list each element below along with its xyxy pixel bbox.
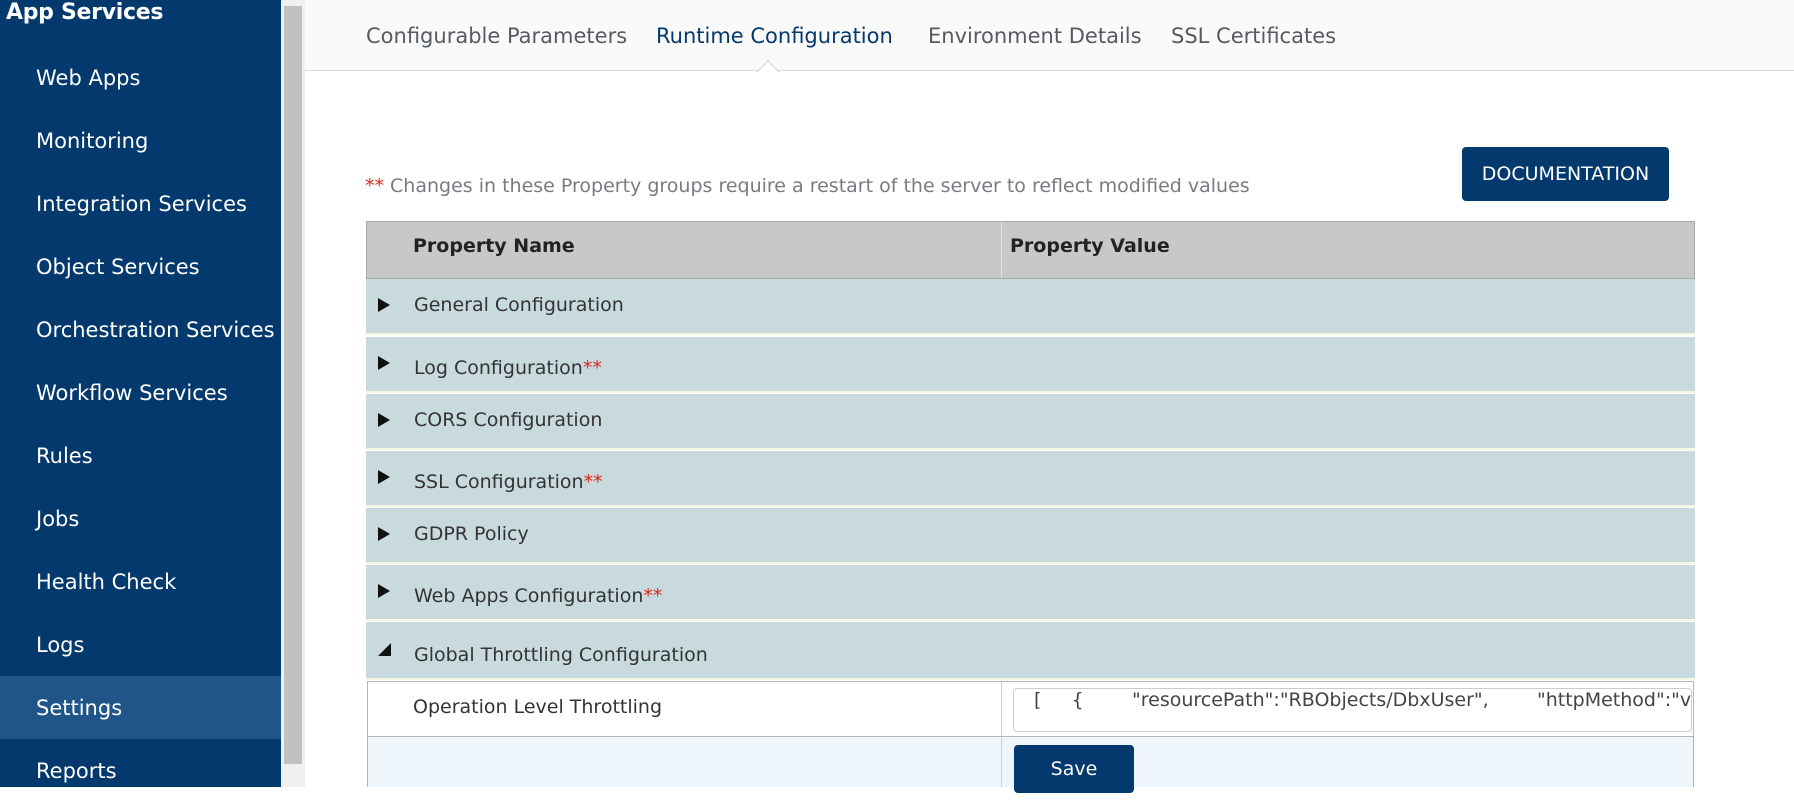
sidebar-scrollbar-thumb[interactable] [284,6,302,764]
group-label: General Configuration [414,294,624,316]
header-property-value: Property Value [1010,235,1170,257]
group-label: Log Configuration** [414,357,602,379]
sidebar-item-settings[interactable]: Settings [0,676,281,739]
group-label: Global Throttling Configuration [414,644,708,666]
group-row-ssl-configuration[interactable]: SSL Configuration** [366,451,1695,507]
sidebar-item-integration-services[interactable]: Integration Services [0,172,281,235]
sidebar: App Services Web Apps Monitoring Integra… [0,0,281,787]
group-row-cors-configuration[interactable]: CORS Configuration [366,394,1695,450]
collapse-arrow-icon[interactable] [378,643,391,656]
required-stars: ** [583,471,603,493]
sidebar-title: App Services [6,0,164,25]
group-row-log-configuration[interactable]: Log Configuration** [366,337,1695,393]
group-row-web-apps-configuration[interactable]: Web Apps Configuration** [366,565,1695,621]
group-label-text: SSL Configuration [414,471,584,493]
group-label: SSL Configuration** [414,471,603,493]
active-tab-indicator-inner [758,62,778,72]
expand-arrow-icon[interactable] [378,413,390,427]
group-label: CORS Configuration [414,409,602,431]
sidebar-item-reports[interactable]: Reports [0,739,281,802]
header-property-name: Property Name [413,235,575,257]
group-label-text: Global Throttling Configuration [414,644,708,666]
sidebar-item-web-apps[interactable]: Web Apps [0,46,281,109]
group-label-text: CORS Configuration [414,409,603,431]
group-label: GDPR Policy [414,523,529,545]
required-stars: ** [365,175,384,197]
group-label-text: General Configuration [414,294,624,316]
expand-arrow-icon[interactable] [378,298,390,312]
property-value-input[interactable]: [ { "resourcePath":"RBObjects/DbxUser", … [1013,688,1692,732]
property-name: Operation Level Throttling [413,696,663,718]
header-divider [1001,222,1002,278]
sidebar-item-workflow-services[interactable]: Workflow Services [0,361,281,424]
tab-ssl-certificates[interactable]: SSL Certificates [1171,24,1336,48]
expand-arrow-icon[interactable] [378,470,390,484]
sidebar-item-object-services[interactable]: Object Services [0,235,281,298]
group-label-text: Web Apps Configuration [414,585,644,607]
property-divider [1001,682,1002,736]
documentation-button[interactable]: DOCUMENTATION [1462,147,1669,201]
save-row-divider [1001,737,1002,787]
group-row-gdpr-policy[interactable]: GDPR Policy [366,508,1695,564]
sidebar-item-logs[interactable]: Logs [0,613,281,676]
tab-environment-details[interactable]: Environment Details [928,24,1142,48]
required-stars: ** [643,585,663,607]
tab-runtime-configuration[interactable]: Runtime Configuration [656,24,893,48]
tab-configurable-parameters[interactable]: Configurable Parameters [366,24,627,48]
group-label-text: Log Configuration [414,357,583,379]
restart-notice-text: Changes in these Property groups require… [384,175,1250,197]
tab-bar: Configurable Parameters Runtime Configur… [305,0,1794,71]
group-label: Web Apps Configuration** [414,585,662,607]
expand-arrow-icon[interactable] [378,584,390,598]
save-button[interactable]: Save [1014,745,1134,793]
sidebar-item-rules[interactable]: Rules [0,424,281,487]
group-row-global-throttling-configuration[interactable]: Global Throttling Configuration [366,622,1695,680]
table-header: Property Name Property Value [366,221,1695,279]
group-label-text: GDPR Policy [414,523,529,545]
sidebar-item-monitoring[interactable]: Monitoring [0,109,281,172]
expand-arrow-icon[interactable] [378,527,390,541]
sidebar-item-orchestration-services[interactable]: Orchestration Services [0,298,281,361]
restart-notice: ** Changes in these Property groups requ… [365,175,1250,197]
sidebar-item-health-check[interactable]: Health Check [0,550,281,613]
expand-arrow-icon[interactable] [378,356,390,370]
sidebar-item-jobs[interactable]: Jobs [0,487,281,550]
required-stars: ** [582,357,602,379]
group-row-general-configuration[interactable]: General Configuration [366,279,1695,335]
